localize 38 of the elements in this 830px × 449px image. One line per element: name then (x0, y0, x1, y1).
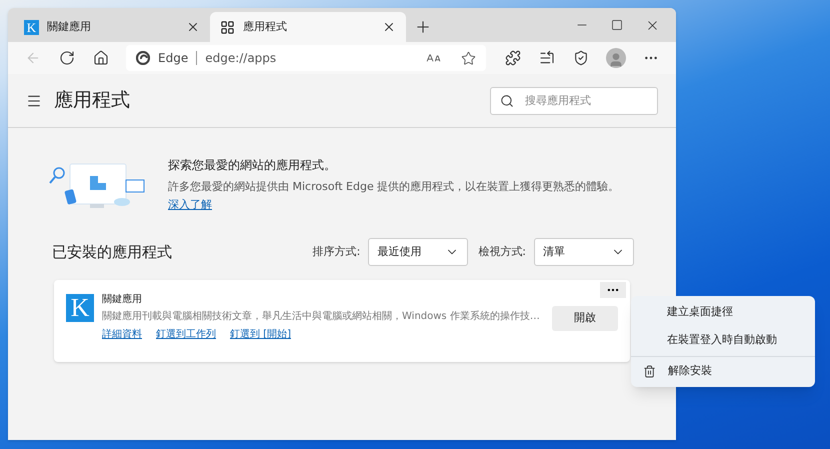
app-link[interactable]: 詳細資料 (102, 327, 142, 342)
tab-title: 應用程式 (243, 18, 288, 35)
search-icon (500, 94, 514, 108)
close-icon[interactable] (186, 20, 200, 34)
k-logo-icon: K (24, 20, 39, 34)
close-icon[interactable] (382, 20, 396, 34)
tab-title: 關鍵應用 (47, 18, 92, 35)
maximize-icon[interactable] (611, 19, 623, 31)
apps-icon (220, 20, 235, 34)
banner-heading: 探索您最愛的網站的應用程式。 (168, 157, 337, 174)
edge-logo-icon (136, 51, 150, 65)
page-title: 應用程式 (54, 88, 131, 114)
app-link[interactable]: 釘選到工作列 (156, 327, 216, 342)
dropdown-label: 排序方式: (312, 244, 360, 260)
search-field[interactable]: 搜尋應用程式 (490, 86, 658, 114)
address-bar[interactable]: Edge edge://apps (126, 45, 486, 71)
browser-tab[interactable]: K 關鍵應用 (14, 12, 210, 42)
trash-icon (643, 364, 656, 378)
k-logo-icon: K (66, 294, 94, 322)
section-heading: 已安裝的應用程式 (52, 242, 173, 263)
open-button[interactable]: 開啟 (552, 306, 618, 331)
url-text: edge://apps (205, 50, 278, 67)
app-name: 關鍵應用 (102, 292, 143, 307)
more-options-button[interactable] (600, 282, 626, 298)
app-link[interactable]: 釘選到 [開始] (230, 327, 291, 342)
dropdown[interactable]: 清單 (534, 238, 634, 266)
banner-text: 許多您最愛的網站提供由 Microsoft Edge 提供的應用程式，以在裝置上獲得更熟悉的體驗。 深入了解 (168, 179, 620, 213)
dropdown[interactable]: 最近使用 (368, 238, 468, 266)
menu-item[interactable]: 解除安裝 (631, 357, 815, 385)
add-favorite-icon[interactable] (461, 50, 476, 66)
profile-avatar[interactable] (606, 48, 626, 68)
dropdown-label: 檢視方式: (478, 244, 526, 260)
menu-item[interactable]: 在裝置登入時自動啟動 (631, 326, 815, 354)
browser-tab[interactable]: 應用程式 (210, 12, 406, 42)
menu-item[interactable]: 建立桌面捷徑 (631, 298, 815, 326)
site-label: Edge (158, 50, 188, 67)
app-description: 關鍵應用刊載與電腦相關技術文章，舉凡生活中與電腦或網站相關，Windows 作業系統的操作技… (102, 310, 541, 324)
learn-more-link[interactable]: 深入了解 (168, 198, 212, 211)
